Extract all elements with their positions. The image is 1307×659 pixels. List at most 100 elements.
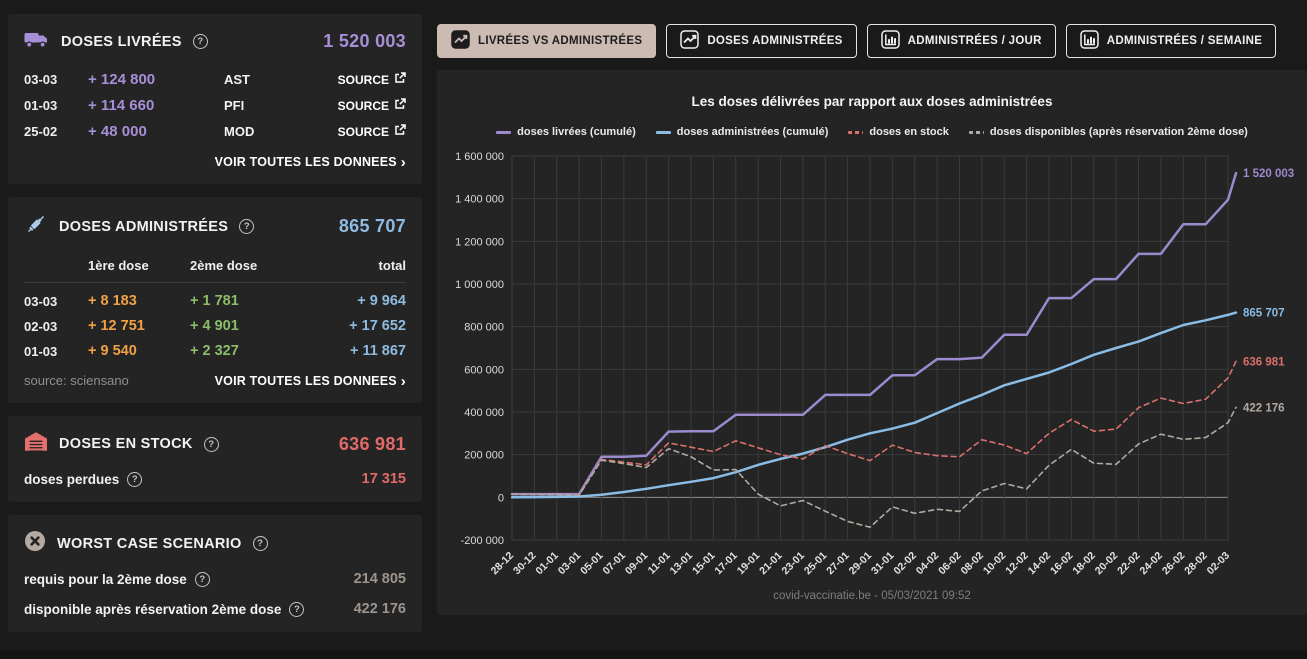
legend-item-livrees[interactable]: doses livrées (cumulé)	[496, 126, 636, 138]
chart-legend: doses livrées (cumulé) doses administrée…	[437, 126, 1307, 138]
delivery-amount: + 48 000	[88, 123, 224, 140]
tab-administrees-semaine[interactable]: ADMINISTRÉES / SEMAINE	[1066, 24, 1276, 58]
svg-text:27-01: 27-01	[824, 550, 852, 578]
col-header-total: total	[300, 258, 406, 273]
svg-text:422 176: 422 176	[1243, 402, 1285, 414]
source-label: SOURCE	[338, 125, 389, 139]
tab-administrees-jour[interactable]: ADMINISTRÉES / JOUR	[867, 24, 1056, 58]
svg-text:30-12: 30-12	[511, 550, 539, 578]
doses-en-stock-total: 636 981	[339, 434, 406, 455]
delivery-date: 01-03	[24, 98, 88, 113]
svg-text:01-01: 01-01	[533, 550, 561, 578]
svg-text:10-02: 10-02	[981, 550, 1009, 578]
tab-doses-administrees[interactable]: DOSES ADMINISTRÉES	[666, 24, 856, 58]
requis-label: requis pour la 2ème dose	[24, 572, 187, 587]
requis-row: requis pour la 2ème dose ? 214 805	[24, 571, 406, 587]
svg-text:07-01: 07-01	[601, 550, 629, 578]
chart-title: Les doses délivrées par rapport aux dose…	[437, 94, 1307, 109]
help-icon[interactable]: ?	[289, 602, 304, 617]
external-link-icon	[394, 124, 406, 139]
tab-label: LIVRÉES VS ADMINISTRÉES	[478, 35, 642, 47]
svg-text:20-02: 20-02	[1093, 550, 1121, 578]
svg-text:200 000: 200 000	[464, 450, 504, 462]
source-link[interactable]: SOURCE	[338, 98, 406, 113]
svg-text:22-02: 22-02	[1115, 550, 1143, 578]
svg-text:11-01: 11-01	[646, 550, 673, 577]
row-date: 03-03	[24, 294, 88, 309]
legend-item-disponibles[interactable]: doses disponibles (après réservation 2èm…	[969, 126, 1248, 138]
svg-text:15-01: 15-01	[690, 550, 718, 578]
card-footer: source: sciensano VOIR TOUTES LES DONNEE…	[24, 373, 406, 388]
doses-administrees-card: DOSES ADMINISTRÉES ? 865 707 1ère dose 2…	[8, 197, 422, 403]
delivery-amount: + 114 660	[88, 97, 224, 114]
bar-chart-icon	[881, 30, 900, 52]
first-dose-value: + 8 183	[88, 293, 190, 309]
total-value: + 17 652	[300, 318, 406, 334]
legend-dash	[656, 131, 671, 134]
chart-card: Les doses délivrées par rapport aux dose…	[437, 70, 1307, 615]
warehouse-icon	[24, 431, 48, 457]
svg-text:400 000: 400 000	[464, 407, 504, 419]
doses-livrees-card: DOSES LIVRÉES ? 1 520 003 03-03 + 124 80…	[8, 14, 422, 184]
legend-item-stock[interactable]: doses en stock	[848, 126, 948, 138]
tab-label: DOSES ADMINISTRÉES	[707, 35, 842, 47]
legend-label: doses disponibles (après réservation 2èm…	[990, 126, 1248, 138]
doses-administrees-title: DOSES ADMINISTRÉES	[59, 219, 228, 235]
line-chart-icon	[680, 30, 699, 52]
chevron-right-icon: ›	[401, 373, 406, 390]
see-all-data-link[interactable]: VOIR TOUTES LES DONNEES›	[215, 374, 406, 388]
svg-text:1 400 000: 1 400 000	[455, 194, 504, 206]
tab-label: ADMINISTRÉES / JOUR	[908, 35, 1042, 47]
source-link[interactable]: SOURCE	[338, 124, 406, 139]
help-icon[interactable]: ?	[253, 536, 268, 551]
svg-text:16-02: 16-02	[1048, 550, 1076, 578]
source-note: source: sciensano	[24, 373, 129, 388]
doses-administrees-total: 865 707	[339, 216, 406, 237]
help-icon[interactable]: ?	[193, 34, 208, 49]
administered-column-headers: 1ère dose 2ème dose total	[24, 258, 406, 283]
svg-text:600 000: 600 000	[464, 364, 504, 376]
requis-value: 214 805	[354, 571, 406, 587]
chart-plot: 1 600 0001 400 0001 200 0001 000 000800 …	[437, 142, 1307, 605]
doses-livrees-total: 1 520 003	[323, 31, 406, 52]
legend-label: doses administrées (cumulé)	[677, 126, 829, 138]
tab-livrees-vs-administrees[interactable]: LIVRÉES VS ADMINISTRÉES	[437, 24, 656, 58]
help-icon[interactable]: ?	[195, 572, 210, 587]
tab-label: ADMINISTRÉES / SEMAINE	[1107, 35, 1262, 47]
svg-text:25-01: 25-01	[802, 550, 830, 578]
svg-text:03-01: 03-01	[556, 550, 584, 578]
external-link-icon	[394, 72, 406, 87]
worst-case-header: WORST CASE SCENARIO ?	[24, 530, 406, 557]
bar-chart-icon	[1080, 30, 1099, 52]
external-link-icon	[394, 98, 406, 113]
svg-text:23-01: 23-01	[780, 550, 808, 578]
doses-perdues-label: doses perdues	[24, 472, 119, 487]
chart-area: LIVRÉES VS ADMINISTRÉES DOSES ADMINISTRÉ…	[437, 14, 1307, 632]
svg-text:29-01: 29-01	[847, 550, 875, 578]
syringe-icon	[24, 212, 48, 241]
legend-item-administrees[interactable]: doses administrées (cumulé)	[656, 126, 829, 138]
total-value: + 11 867	[300, 343, 406, 359]
svg-text:26-02: 26-02	[1160, 550, 1188, 578]
col-header-second-dose: 2ème dose	[190, 258, 300, 273]
see-all-data-link[interactable]: VOIR TOUTES LES DONNEES›	[24, 155, 406, 169]
svg-text:1 600 000: 1 600 000	[455, 151, 504, 163]
delivery-date: 25-02	[24, 124, 88, 139]
row-date: 02-03	[24, 319, 88, 334]
help-icon[interactable]: ?	[204, 437, 219, 452]
spacer	[24, 258, 88, 273]
col-header-first-dose: 1ère dose	[88, 258, 190, 273]
help-icon[interactable]: ?	[127, 472, 142, 487]
svg-text:1 200 000: 1 200 000	[455, 236, 504, 248]
legend-label: doses livrées (cumulé)	[517, 126, 636, 138]
help-icon[interactable]: ?	[239, 219, 254, 234]
doses-perdues-row: doses perdues ? 17 315	[24, 471, 406, 487]
table-row: 01-03 + 9 540 + 2 327 + 11 867	[24, 343, 406, 359]
svg-text:05-01: 05-01	[578, 550, 606, 578]
source-link[interactable]: SOURCE	[338, 72, 406, 87]
disponible-row: disponible après réservation 2ème dose ?…	[24, 601, 406, 617]
row-date: 01-03	[24, 344, 88, 359]
chart-tabs: LIVRÉES VS ADMINISTRÉES DOSES ADMINISTRÉ…	[437, 24, 1307, 58]
vendor-code: PFI	[224, 98, 338, 113]
truck-icon	[24, 29, 50, 54]
